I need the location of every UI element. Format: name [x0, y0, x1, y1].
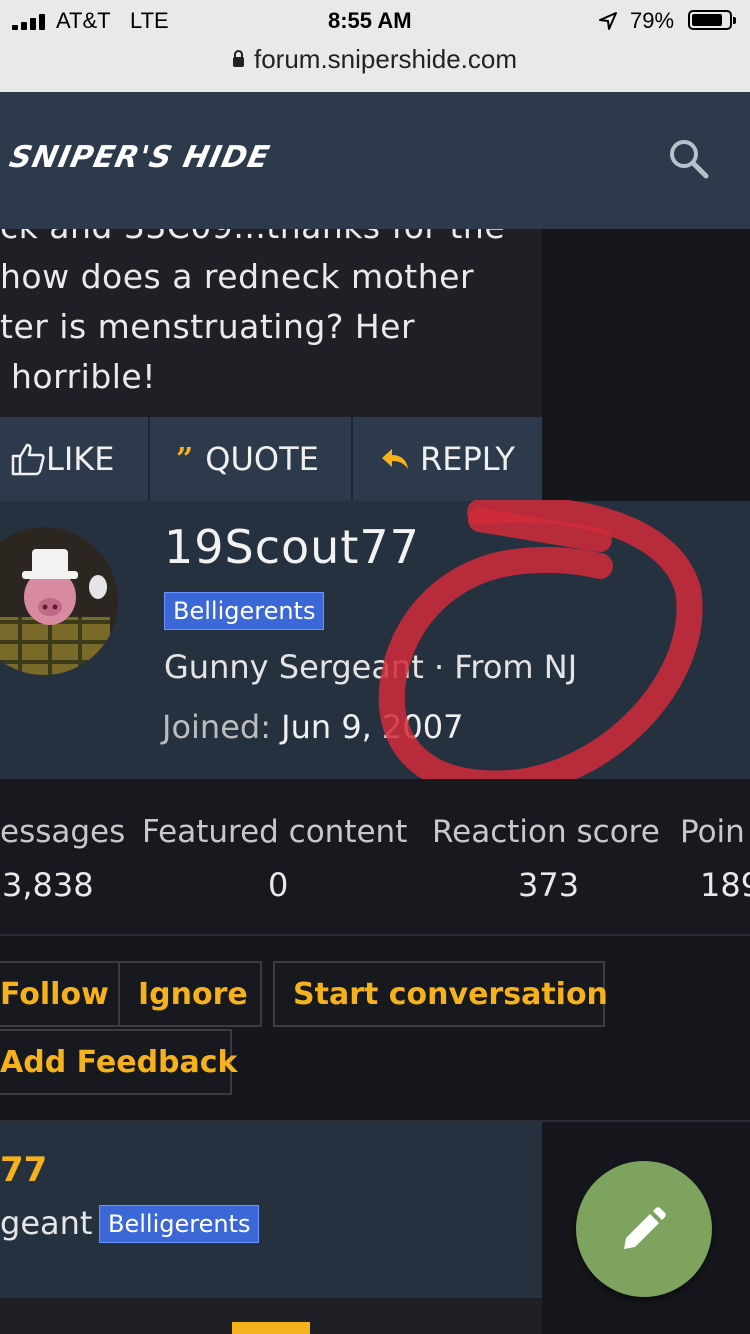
divider — [351, 417, 353, 501]
next-post-rank: geant — [0, 1204, 93, 1242]
group-badge: Belligerents — [99, 1205, 260, 1243]
status-bar: AT&T LTE 8:55 AM 79% forum.snipershide.c… — [0, 0, 750, 92]
search-icon[interactable] — [668, 138, 710, 180]
network-label: LTE — [130, 8, 169, 33]
url-text: forum.snipershide.com — [254, 44, 517, 74]
clock: 8:55 AM — [328, 8, 412, 33]
stat-value-reaction: 373 — [518, 866, 580, 904]
battery-icon — [688, 10, 736, 30]
pencil-icon — [624, 1207, 666, 1249]
stat-label-messages: essages — [0, 814, 126, 850]
stat-label-reaction: Reaction score — [432, 814, 660, 850]
url-bar[interactable]: forum.snipershide.com — [0, 44, 750, 75]
location-arrow-icon — [599, 12, 617, 30]
compose-button[interactable] — [576, 1161, 712, 1297]
next-post-username[interactable]: 77 — [0, 1150, 47, 1190]
lock-icon — [233, 50, 244, 67]
follow-button[interactable]: Follow — [0, 961, 120, 1027]
battery-percent: 79% — [630, 8, 675, 33]
stat-value-points: 189 — [700, 866, 750, 904]
post-body: ck and 33C09...thanks for thehow does a … — [0, 229, 542, 417]
site-logo[interactable]: SNIPER'S HIDE — [6, 140, 273, 175]
reply-button[interactable]: REPLY — [380, 417, 515, 501]
stat-label-featured: Featured content — [142, 814, 408, 850]
quote-icon: ” — [176, 441, 194, 477]
stat-value-messages: 3,838 — [2, 866, 94, 904]
divider — [0, 934, 750, 936]
joined-label: Joined: — [162, 708, 271, 746]
quote-label: QUOTE — [205, 440, 319, 478]
reply-arrow-icon — [382, 449, 408, 469]
carrier-label: AT&T — [56, 8, 111, 33]
group-badge: Belligerents — [164, 592, 325, 630]
reply-label: REPLY — [420, 440, 515, 478]
like-button[interactable]: LIKE — [10, 417, 114, 501]
tab-indicator — [232, 1322, 310, 1334]
thumbs-up-icon — [11, 443, 45, 476]
quote-button[interactable]: ” QUOTE — [176, 417, 319, 501]
add-feedback-button[interactable]: Add Feedback — [0, 1029, 238, 1095]
divider — [148, 417, 150, 501]
ignore-button[interactable]: Ignore — [118, 961, 262, 1027]
member-stats — [0, 779, 750, 935]
signal-icon — [12, 14, 52, 30]
red-circle-annotation — [378, 500, 703, 797]
stat-value-featured: 0 — [268, 866, 289, 904]
start-conversation-button[interactable]: Start conversation — [273, 961, 608, 1027]
stat-label-points: Poin — [680, 814, 745, 850]
like-label: LIKE — [46, 440, 115, 478]
post-text: ck and 33C09...thanks for thehow does a … — [0, 229, 505, 396]
